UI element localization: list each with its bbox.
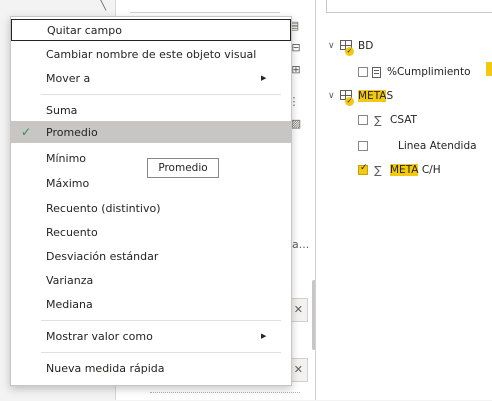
search-highlight: META xyxy=(390,164,419,176)
menu-item-label: Nueva medida rápida xyxy=(46,361,165,375)
table-name: METAS xyxy=(358,90,393,102)
table-bd[interactable]: ∨ ✓ BD xyxy=(328,36,373,56)
field-checkbox[interactable] xyxy=(358,115,368,125)
close-icon[interactable]: ✕ xyxy=(294,363,303,376)
menu-item-label: Mediana xyxy=(46,297,93,311)
menu-item-label: Máximo xyxy=(46,176,90,190)
field-cumplimiento[interactable]: %Cumplimiento xyxy=(358,62,471,82)
field-well-ellipsis: a... xyxy=(292,238,310,251)
field-linea-atendida[interactable]: Linea Atendida xyxy=(358,136,477,156)
context-menu: Quitar campo Cambiar nombre de este obje… xyxy=(10,16,292,386)
menu-item-quitar-campo[interactable]: Quitar campo xyxy=(11,19,291,41)
menu-item-nueva-medida-rapida[interactable]: Nueva medida rápida xyxy=(11,357,291,379)
submenu-arrow-icon: ▶ xyxy=(261,332,267,340)
tooltip: Promedio xyxy=(147,158,219,178)
menu-item-label: Suma xyxy=(46,103,78,117)
menu-item-label: Mostrar valor como xyxy=(46,329,153,343)
menu-item-label: Promedio xyxy=(46,125,98,139)
calculator-icon xyxy=(372,66,381,78)
menu-separator xyxy=(41,352,281,353)
menu-item-varianza[interactable]: Varianza xyxy=(11,269,291,291)
menu-item-suma[interactable]: Suma xyxy=(11,99,291,121)
highlight-mark xyxy=(486,62,492,76)
pane-edge-marker: ╲ xyxy=(100,0,107,11)
table-icon: ✓ xyxy=(340,40,354,56)
menu-separator xyxy=(41,94,281,95)
sigma-icon: ∑ xyxy=(374,163,382,177)
sigma-icon: ∑ xyxy=(374,113,382,127)
checkmark-icon: ✓ xyxy=(21,125,32,139)
menu-item-label: Recuento (distintivo) xyxy=(46,201,161,215)
field-meta-ch[interactable]: ∑ META C/H xyxy=(358,160,441,180)
menu-separator xyxy=(41,320,281,321)
menu-item-promedio[interactable]: ✓ Promedio xyxy=(11,121,291,143)
search-highlight: META xyxy=(358,90,387,102)
chevron-down-icon[interactable]: ∨ xyxy=(328,41,340,51)
submenu-arrow-icon: ▶ xyxy=(261,74,267,82)
field-checkbox[interactable] xyxy=(358,163,368,175)
menu-item-recuento-distintivo[interactable]: Recuento (distintivo) xyxy=(11,197,291,219)
field-checkbox[interactable] xyxy=(358,141,368,151)
field-label: META C/H xyxy=(390,164,441,176)
table-metas[interactable]: ∨ ✓ METAS xyxy=(328,86,393,106)
field-label-rest: C/H xyxy=(418,164,441,176)
close-icon[interactable]: ✕ xyxy=(294,303,303,316)
menu-item-mover-a[interactable]: Mover a ▶ xyxy=(11,67,291,89)
menu-item-label: Mover a xyxy=(46,71,91,85)
field-label: %Cumplimiento xyxy=(387,66,471,78)
table-name: BD xyxy=(358,40,374,52)
menu-item-cambiar-nombre[interactable]: Cambiar nombre de este objeto visual xyxy=(11,43,291,65)
field-checkbox[interactable] xyxy=(358,67,368,77)
menu-item-label: Recuento xyxy=(46,225,98,239)
menu-item-mostrar-valor-como[interactable]: Mostrar valor como ▶ xyxy=(11,325,291,347)
table-icon: ✓ xyxy=(340,90,354,106)
menu-item-mediana[interactable]: Mediana xyxy=(11,293,291,315)
menu-item-label: Varianza xyxy=(46,273,94,287)
menu-item-label: Cambiar nombre de este objeto visual xyxy=(46,47,257,61)
table-name-rest: S xyxy=(386,90,394,102)
field-label: CSAT xyxy=(390,114,417,126)
chevron-down-icon[interactable]: ∨ xyxy=(328,91,340,101)
field-label: Linea Atendida xyxy=(398,140,477,152)
menu-item-label: Desviación estándar xyxy=(46,249,159,263)
menu-item-desviacion-estandar[interactable]: Desviación estándar xyxy=(11,245,291,267)
fields-search-box[interactable] xyxy=(326,0,492,13)
fields-pane xyxy=(316,0,492,400)
menu-item-label: Quitar campo xyxy=(47,23,122,37)
menu-item-label: Mínimo xyxy=(46,151,87,165)
visualizations-top-rule xyxy=(130,0,280,13)
menu-item-recuento[interactable]: Recuento xyxy=(11,221,291,243)
field-csat[interactable]: ∑ CSAT xyxy=(358,110,417,130)
